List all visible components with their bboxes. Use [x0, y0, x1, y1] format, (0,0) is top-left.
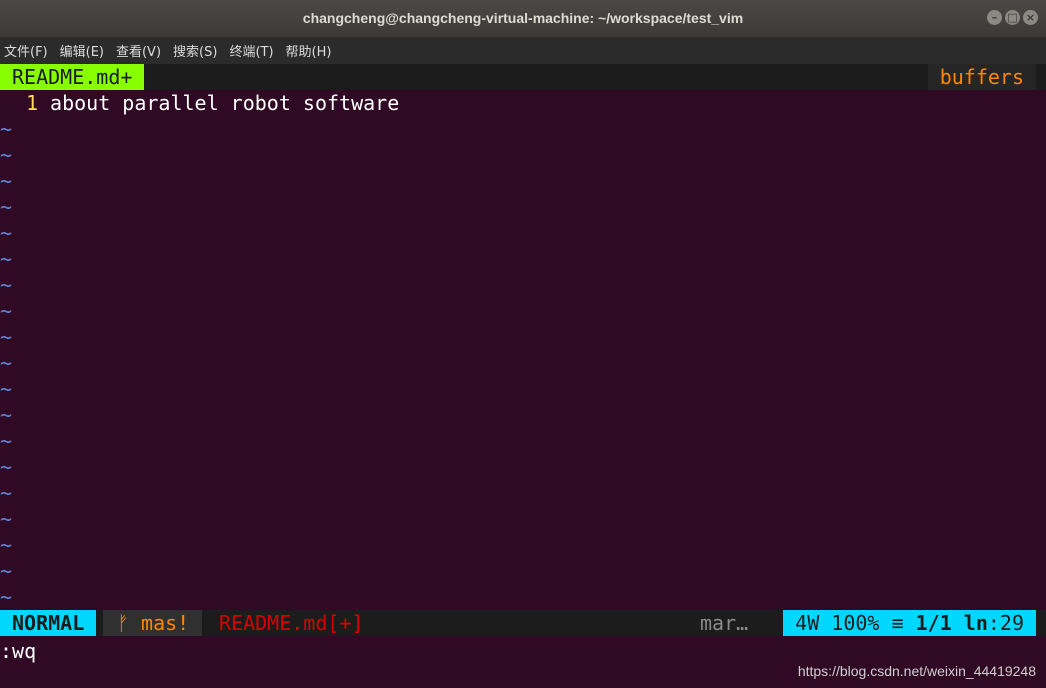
menu-bar: 文件(F) 编辑(E) 查看(V) 搜索(S) 终端(T) 帮助(H) [0, 37, 1046, 64]
tilde-line: ~ [0, 507, 13, 531]
line-position: 1/1 [915, 611, 952, 635]
minimize-button[interactable]: – [987, 10, 1002, 25]
tabline-fill [0, 64, 1046, 90]
command-line[interactable]: :wq [0, 638, 36, 664]
tilde-line: ~ [0, 559, 13, 583]
line-number: 1 [25, 91, 38, 115]
window-titlebar: changcheng@changcheng-virtual-machine: ~… [0, 0, 1046, 37]
tilde-line: ~ [0, 403, 13, 427]
tilde-line: ~ [0, 481, 13, 505]
tilde-line: ~ [0, 325, 13, 349]
lines-symbol: ≡ [891, 611, 904, 635]
git-branch: ᚠ mas! [103, 610, 203, 636]
tilde-line: ~ [0, 273, 13, 297]
tilde-line: ~ [0, 351, 13, 375]
menu-terminal[interactable]: 终端(T) [225, 41, 279, 60]
mode-indicator: NORMAL [0, 610, 97, 636]
menu-edit[interactable]: 编辑(E) [56, 41, 110, 60]
tilde-line: ~ [0, 429, 13, 453]
tilde-line: ~ [0, 585, 13, 609]
window-controls: – □ × [987, 10, 1038, 25]
tilde-line: ~ [0, 143, 13, 167]
filetype-label: mar… [700, 611, 749, 635]
tilde-line: ~ [0, 299, 13, 323]
ln-label: ln [963, 611, 988, 635]
buffers-label: buffers [927, 64, 1036, 90]
position-info: 4W 100% ≡ 1/1 ln:29 [783, 610, 1036, 636]
column: :29 [987, 611, 1024, 635]
status-line: NORMAL ᚠ mas! README.md[+] mar… 4W 100% … [0, 610, 1046, 636]
tilde-line: ~ [0, 169, 13, 193]
watermark: https://blog.csdn.net/weixin_44419248 [797, 663, 1036, 679]
maximize-button[interactable]: □ [1005, 10, 1020, 25]
word-count: 4W [795, 611, 820, 635]
tilde-line: ~ [0, 377, 13, 401]
status-filename: README.md[+] [207, 610, 376, 636]
tab-readme[interactable]: README.md+ [0, 64, 145, 90]
terminal[interactable]: README.md+ buffers 1 about parallel robo… [0, 64, 1046, 688]
tilde-line: ~ [0, 117, 13, 141]
tilde-line: ~ [0, 221, 13, 245]
line-text: about parallel robot software [50, 91, 400, 115]
tilde-line: ~ [0, 247, 13, 271]
tilde-line: ~ [0, 533, 13, 557]
tilde-line: ~ [0, 195, 13, 219]
tabline: README.md+ buffers [0, 64, 1046, 90]
window-title: changcheng@changcheng-virtual-machine: ~… [302, 10, 744, 26]
menu-file[interactable]: 文件(F) [0, 41, 54, 60]
editor-line[interactable]: 1 about parallel robot software [0, 90, 1046, 116]
close-button[interactable]: × [1023, 10, 1038, 25]
percent: 100% [831, 611, 880, 635]
menu-help[interactable]: 帮助(H) [282, 41, 338, 60]
menu-search[interactable]: 搜索(S) [169, 41, 223, 60]
tilde-line: ~ [0, 455, 13, 479]
menu-view[interactable]: 查看(V) [112, 41, 167, 60]
